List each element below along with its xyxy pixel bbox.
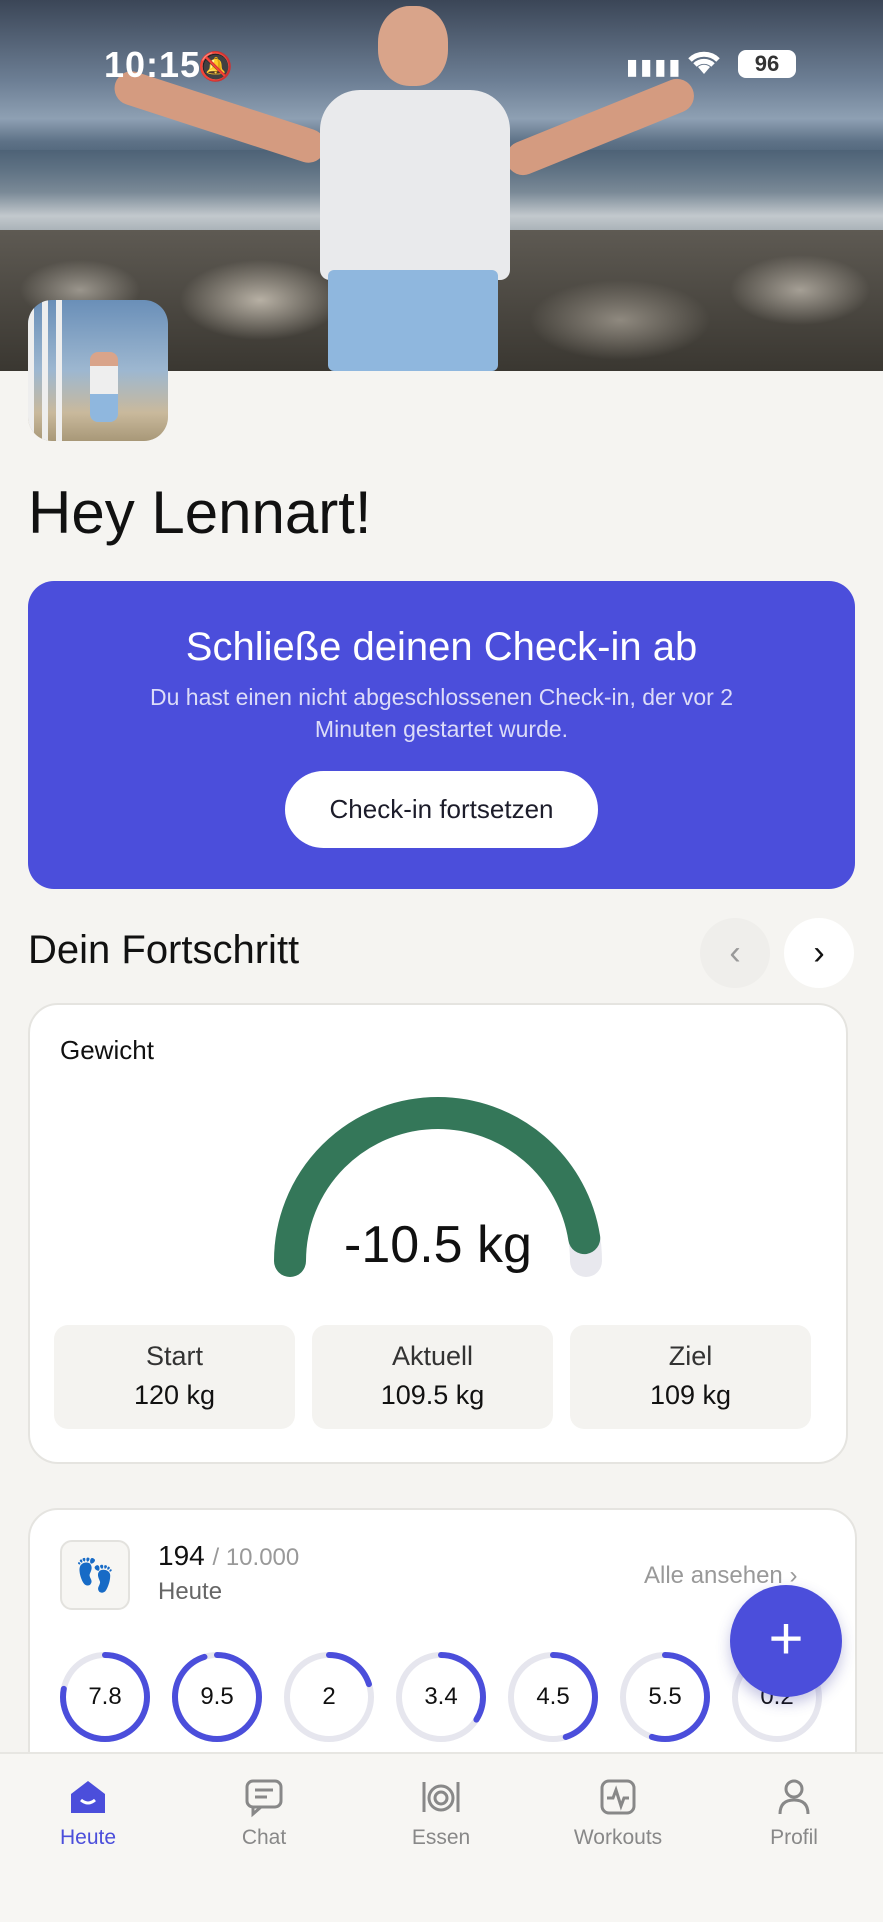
tab-label: Heute: [59, 1826, 117, 1849]
tab-label: Essen: [411, 1826, 471, 1849]
ring-value: 5.5: [648, 1683, 682, 1710]
steps-count: 194 / 10.000: [158, 1540, 299, 1572]
tab-bar: Heute Chat Essen Workouts Profil: [0, 1752, 883, 1922]
day-ring[interactable]: 2: [282, 1650, 376, 1744]
tab-profil[interactable]: Profil: [724, 1776, 864, 1850]
silent-bell-icon: 🔕: [198, 51, 233, 82]
signal-icon: ▮▮▮▮: [626, 54, 683, 79]
weight-label: Gewicht: [60, 1035, 154, 1065]
workouts-icon: [600, 1779, 636, 1815]
stat-goal: Ziel 109 kg: [570, 1325, 811, 1429]
checkin-title: Schließe deinen Check-in ab: [185, 625, 698, 669]
status-bar: 10:15 🔕 ▮▮▮▮ 96: [0, 44, 883, 86]
stat-label: Ziel: [668, 1341, 713, 1371]
wifi-icon: [684, 46, 724, 86]
steps-value: 194: [158, 1540, 205, 1571]
home-icon: [71, 1781, 105, 1813]
stat-value: 120 kg: [133, 1380, 216, 1410]
tab-chat[interactable]: Chat: [194, 1776, 334, 1850]
tab-label: Chat: [241, 1826, 287, 1849]
day-ring[interactable]: 4.5: [506, 1650, 600, 1744]
ring-value: 7.8: [88, 1683, 122, 1710]
day-ring[interactable]: 3.4: [394, 1650, 488, 1744]
chevron-left-icon[interactable]: ‹: [700, 918, 770, 988]
battery-indicator: 96: [738, 50, 796, 78]
chevron-right-icon[interactable]: ›: [784, 918, 854, 988]
tab-heute[interactable]: Heute: [18, 1776, 158, 1850]
stat-current: Aktuell 109.5 kg: [312, 1325, 553, 1429]
ring-value: 4.5: [536, 1683, 570, 1710]
tab-essen[interactable]: Essen: [371, 1776, 511, 1850]
day-ring[interactable]: 7.8: [58, 1650, 152, 1744]
ring-value: 3.4: [424, 1683, 458, 1710]
status-time: 10:15: [104, 44, 202, 85]
weight-delta: -10.5 kg: [344, 1216, 532, 1274]
add-button[interactable]: +: [730, 1585, 842, 1697]
progress-title: Dein Fortschritt: [28, 928, 300, 972]
page-title: Hey Lennart!: [28, 479, 372, 546]
tab-label: Profil: [770, 1826, 818, 1849]
see-all-label: Alle ansehen: [644, 1562, 783, 1589]
checkin-banner: Schließe deinen Check-in ab Du hast eine…: [28, 581, 855, 889]
day-ring[interactable]: 9.5: [170, 1650, 264, 1744]
footsteps-icon: 👣: [60, 1540, 130, 1610]
tab-label: Workouts: [573, 1826, 663, 1849]
tab-workouts[interactable]: Workouts: [548, 1776, 688, 1850]
stat-label: Start: [145, 1341, 204, 1371]
steps-goal: / 10.000: [212, 1544, 300, 1571]
food-icon: [422, 1782, 460, 1812]
profile-icon: [778, 1779, 810, 1815]
stat-start: Start 120 kg: [54, 1325, 295, 1429]
chat-icon: [245, 1779, 283, 1818]
stat-value: 109.5 kg: [380, 1380, 485, 1410]
checkin-subtitle: Du hast einen nicht abgeschlossenen Chec…: [149, 684, 733, 742]
weight-card[interactable]: Gewicht -10.5 kg Start 120 kg Aktuell 10…: [28, 1003, 848, 1464]
stat-value: 109 kg: [649, 1380, 732, 1410]
avatar[interactable]: [28, 300, 168, 441]
steps-day: Heute: [158, 1578, 223, 1605]
ring-value: 9.5: [200, 1683, 234, 1710]
day-ring[interactable]: 5.5: [618, 1650, 712, 1744]
continue-checkin-button[interactable]: Check-in fortsetzen: [285, 771, 598, 848]
stat-label: Aktuell: [391, 1341, 474, 1371]
ring-value: 2: [322, 1683, 336, 1710]
